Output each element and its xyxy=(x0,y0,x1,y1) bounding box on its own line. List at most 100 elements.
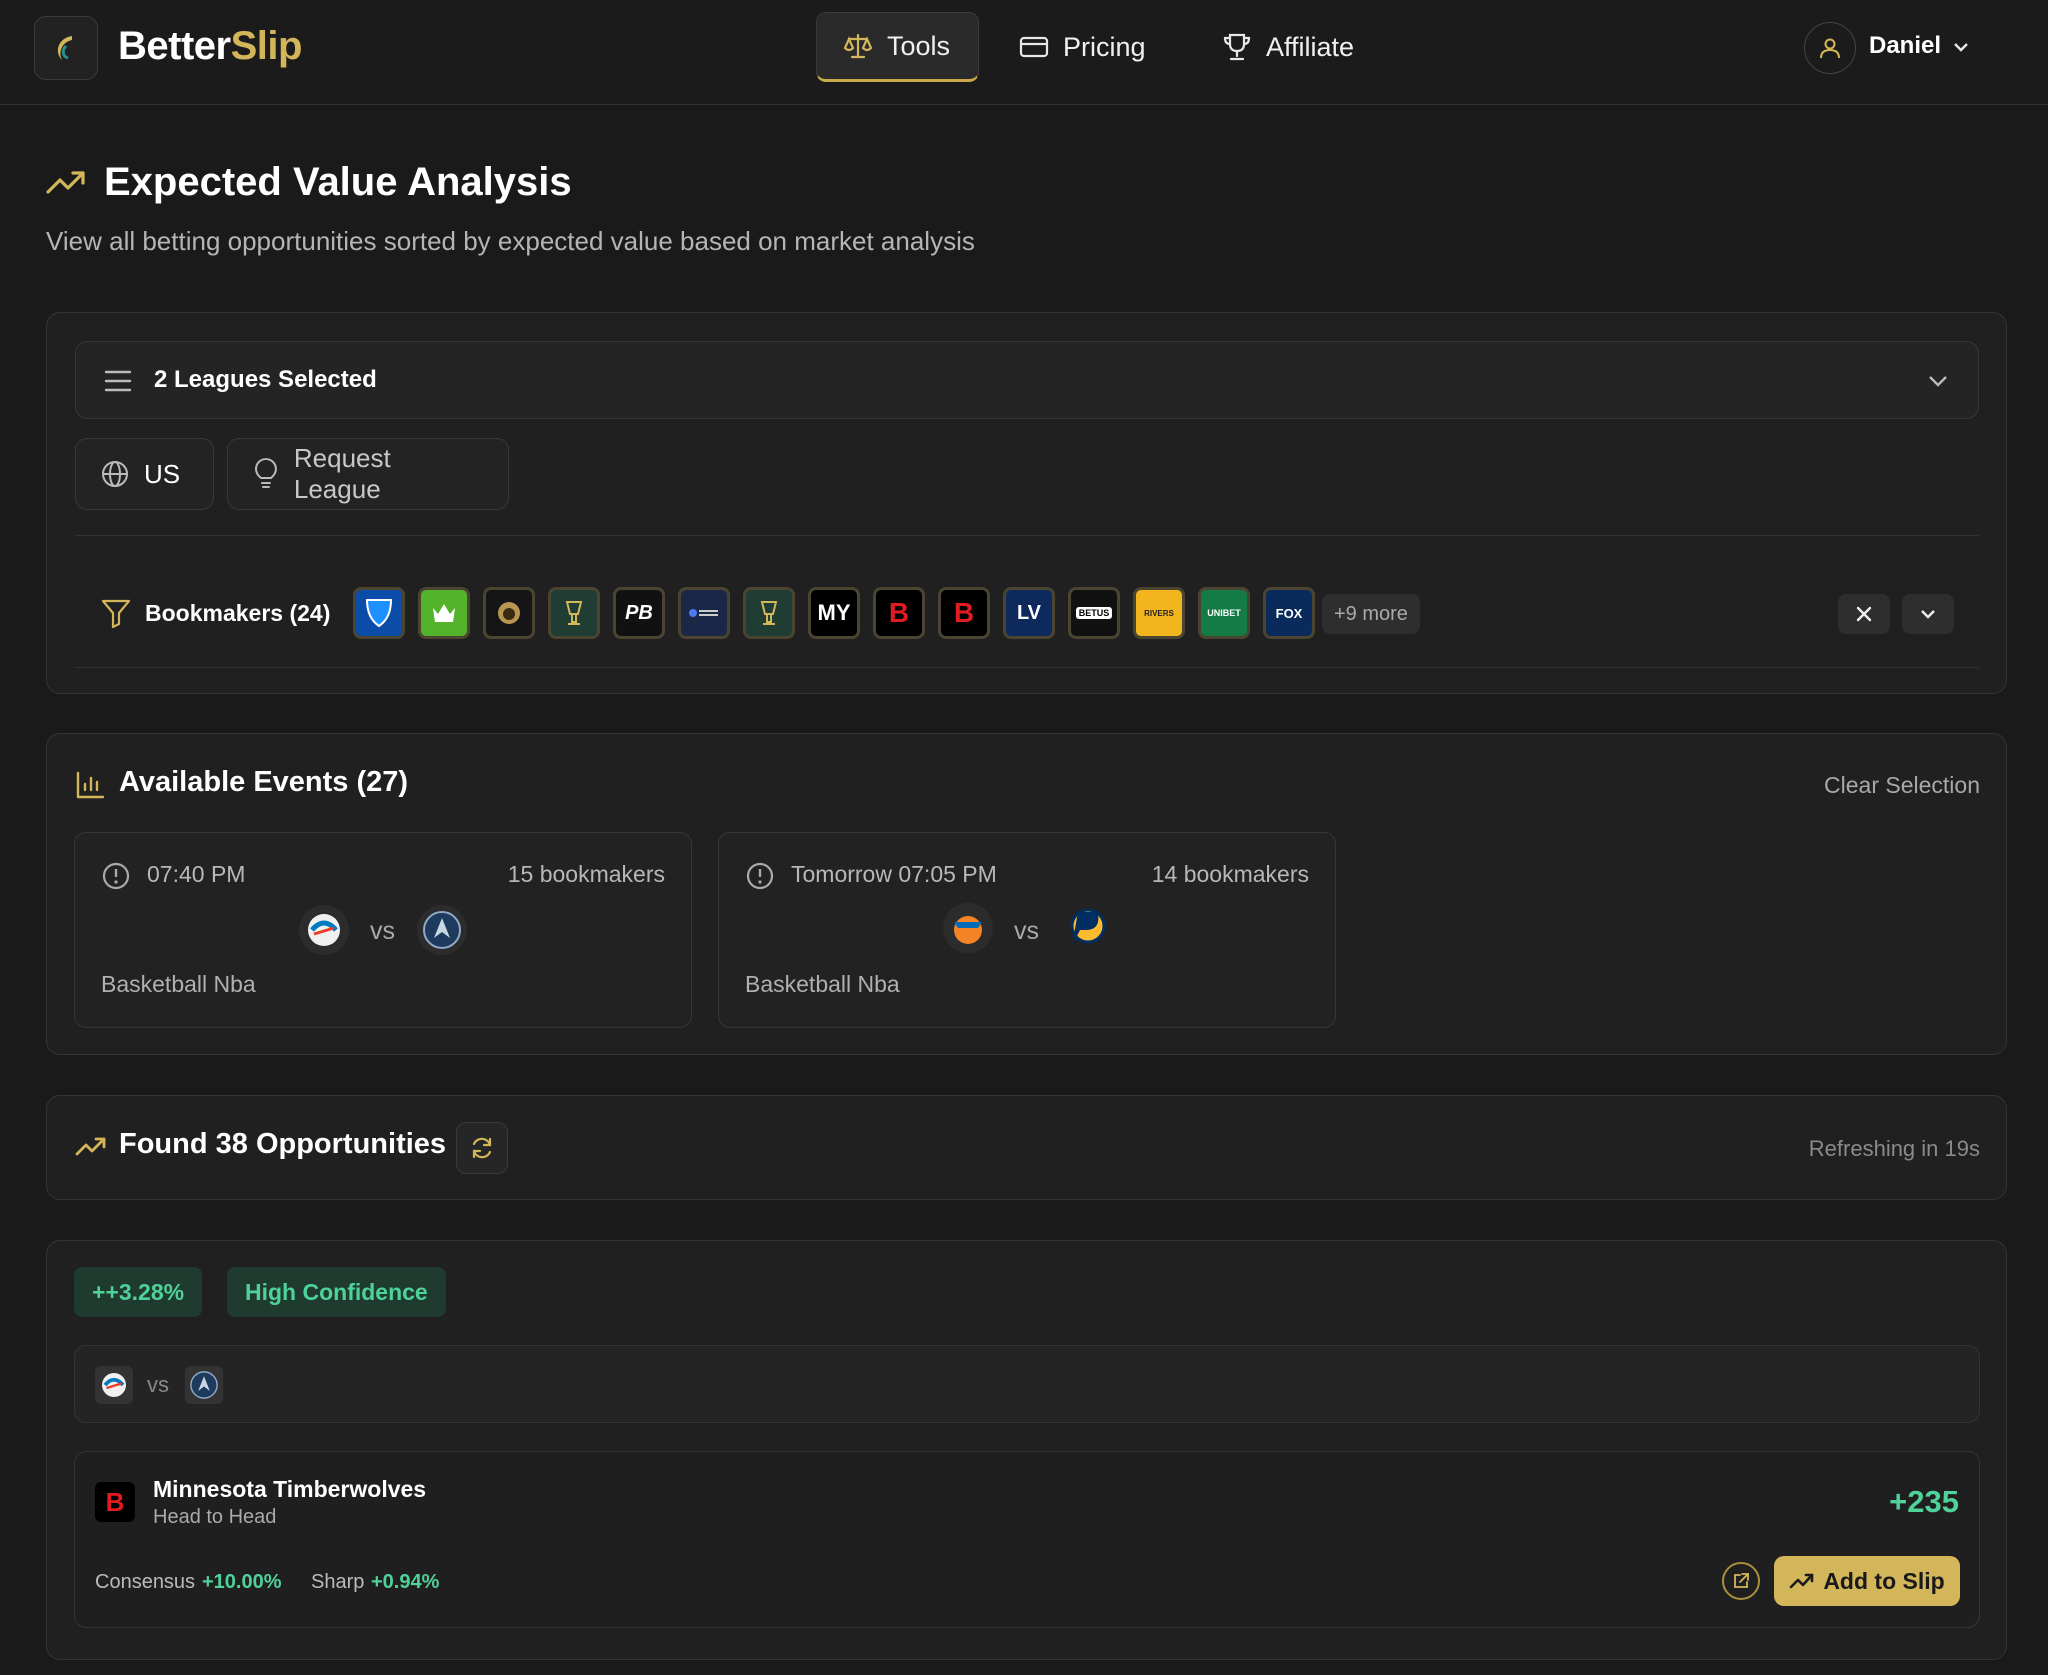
scale-icon xyxy=(843,33,873,59)
event-time: Tomorrow 07:05 PM xyxy=(791,861,997,887)
list-icon xyxy=(104,370,132,392)
logo-icon xyxy=(57,36,72,60)
event-time: 07:40 PM xyxy=(147,861,246,887)
matchup-row: vs xyxy=(74,1345,1980,1423)
pacers-logo-icon xyxy=(1070,908,1106,946)
lightbulb-icon xyxy=(254,458,277,488)
unibet-text: UNIBET xyxy=(1207,608,1241,618)
event-league: Basketball Nba xyxy=(745,971,900,997)
clear-selection-button[interactable]: Clear Selection xyxy=(1824,772,1980,799)
vs-label: vs xyxy=(1014,917,1039,945)
bovada-text: B xyxy=(888,597,910,628)
timberwolves-logo-icon xyxy=(190,1371,218,1399)
odds-value: +235 xyxy=(1889,1484,1959,1519)
opportunities-header: Found 38 Opportunities Refreshing in 19s xyxy=(46,1095,2007,1200)
refresh-countdown: Refreshing in 19s xyxy=(1808,1136,1980,1161)
timberwolves-logo-icon xyxy=(423,911,461,949)
app-logo[interactable] xyxy=(34,16,98,80)
sharp-label: Sharp xyxy=(311,1571,365,1593)
close-icon xyxy=(1856,606,1872,622)
clock-alert-icon xyxy=(102,862,130,890)
nav-tools[interactable]: Tools xyxy=(816,12,979,82)
event-bookmaker-count: 14 bookmakers xyxy=(1151,861,1309,887)
thunder-logo-icon xyxy=(102,1373,126,1397)
bet-detail: B Minnesota Timberwolves Head to Head +2… xyxy=(74,1451,1980,1628)
open-bookmaker-button[interactable] xyxy=(1722,1562,1760,1600)
chevron-down-icon xyxy=(1929,376,1947,387)
brand-part-1: Better xyxy=(118,24,231,68)
event-league: Basketball Nba xyxy=(101,971,256,997)
leagues-selected-label: 2 Leagues Selected xyxy=(154,366,377,393)
trending-up-icon xyxy=(75,1137,106,1156)
bookmaker-betrivers[interactable] xyxy=(678,587,730,639)
confidence-badge: High Confidence xyxy=(227,1267,446,1317)
event-card[interactable]: 07:40 PM 15 bookmakers vs Basketball Nba xyxy=(74,832,692,1028)
add-to-slip-button[interactable]: Add to Slip xyxy=(1774,1556,1960,1606)
opportunities-title: Found 38 Opportunities xyxy=(119,1128,447,1160)
more-bookmakers-button[interactable]: +9 more xyxy=(1322,594,1420,634)
nav-affiliate[interactable]: Affiliate xyxy=(1196,12,1380,82)
bookmaker-foxbet[interactable]: FOX xyxy=(1263,587,1315,639)
betus-text: BETUS xyxy=(1075,607,1113,619)
team-logo-thunder xyxy=(95,1366,133,1404)
bookmaker-lowvig[interactable]: LV xyxy=(1003,587,1055,639)
mybookie-text: MY xyxy=(817,600,851,625)
fanduel-shield-icon xyxy=(365,599,393,628)
user-icon xyxy=(1820,38,1840,59)
bookmaker-unibet[interactable]: UNIBET xyxy=(1198,587,1250,639)
league-selector[interactable]: 2 Leagues Selected xyxy=(75,341,1979,419)
lowvig-text: LV xyxy=(1016,601,1042,624)
knicks-logo-icon xyxy=(954,916,982,944)
trending-up-icon xyxy=(1790,1573,1814,1589)
request-league-label: Request League xyxy=(293,443,391,504)
bookmaker-betmgm[interactable] xyxy=(483,587,535,639)
brand-name[interactable]: BetterSlip xyxy=(118,24,302,69)
region-button[interactable]: US xyxy=(75,438,214,510)
event-card[interactable]: Tomorrow 07:05 PM 14 bookmakers vs Baske… xyxy=(718,832,1336,1028)
draftkings-crown-icon xyxy=(433,604,455,622)
bookmaker-pointsbet[interactable]: PB xyxy=(613,587,665,639)
add-to-slip-label: Add to Slip xyxy=(1823,1567,1945,1594)
page-subtitle: View all betting opportunities sorted by… xyxy=(46,226,975,256)
user-name[interactable]: Daniel xyxy=(1869,32,1941,60)
bookmaker-betus[interactable]: BETUS xyxy=(1068,587,1120,639)
bookmaker-fanduel[interactable] xyxy=(353,587,405,639)
consensus-label: Consensus xyxy=(95,1571,196,1593)
bovada-text: B xyxy=(105,1486,125,1517)
clear-bookmakers-button[interactable] xyxy=(1838,594,1890,634)
nav-pricing[interactable]: Pricing xyxy=(993,12,1172,82)
lion-icon xyxy=(498,602,520,624)
nav-affiliate-label: Affiliate xyxy=(1266,31,1355,62)
laurel-cup-icon xyxy=(760,601,778,625)
sharp-value: +0.94% xyxy=(371,1571,440,1593)
credit-card-icon xyxy=(1019,36,1049,58)
bookmaker-betrivers-yellow[interactable]: RIVERS xyxy=(1133,587,1185,639)
divider xyxy=(75,535,1979,536)
vs-label: vs xyxy=(147,1372,169,1397)
bookmaker-draftkings[interactable] xyxy=(418,587,470,639)
refresh-button[interactable] xyxy=(456,1122,508,1174)
request-league-button[interactable]: Request League xyxy=(227,438,509,510)
region-label: US xyxy=(144,458,181,489)
bookmaker-mybookie[interactable]: MY xyxy=(808,587,860,639)
expand-bookmakers-button[interactable] xyxy=(1902,594,1954,634)
bookmaker-betonline[interactable]: B xyxy=(938,587,990,639)
nav-pricing-label: Pricing xyxy=(1063,31,1146,62)
bookmaker-caesars-2[interactable] xyxy=(743,587,795,639)
chevron-down-icon[interactable] xyxy=(1950,36,1972,58)
betrivers-logo-icon xyxy=(689,609,718,617)
external-link-icon xyxy=(1734,1573,1749,1588)
thunder-logo-icon xyxy=(308,914,340,946)
team-logo-timberwolves xyxy=(185,1366,223,1404)
bookmaker-bovada[interactable]: B xyxy=(873,587,925,639)
top-navigation-bar: BetterSlip Tools Pricing Affiliate Danie… xyxy=(0,0,2048,105)
chevron-down-icon xyxy=(1921,610,1935,619)
filter-icon xyxy=(101,599,131,629)
divider xyxy=(75,667,1979,668)
globe-icon xyxy=(102,461,128,487)
ev-percentage-badge: ++3.28% xyxy=(74,1267,203,1317)
bookmaker-caesars[interactable] xyxy=(548,587,600,639)
foxbet-text: FOX xyxy=(1275,605,1303,621)
user-avatar[interactable] xyxy=(1804,22,1856,74)
vs-label: vs xyxy=(370,917,395,945)
